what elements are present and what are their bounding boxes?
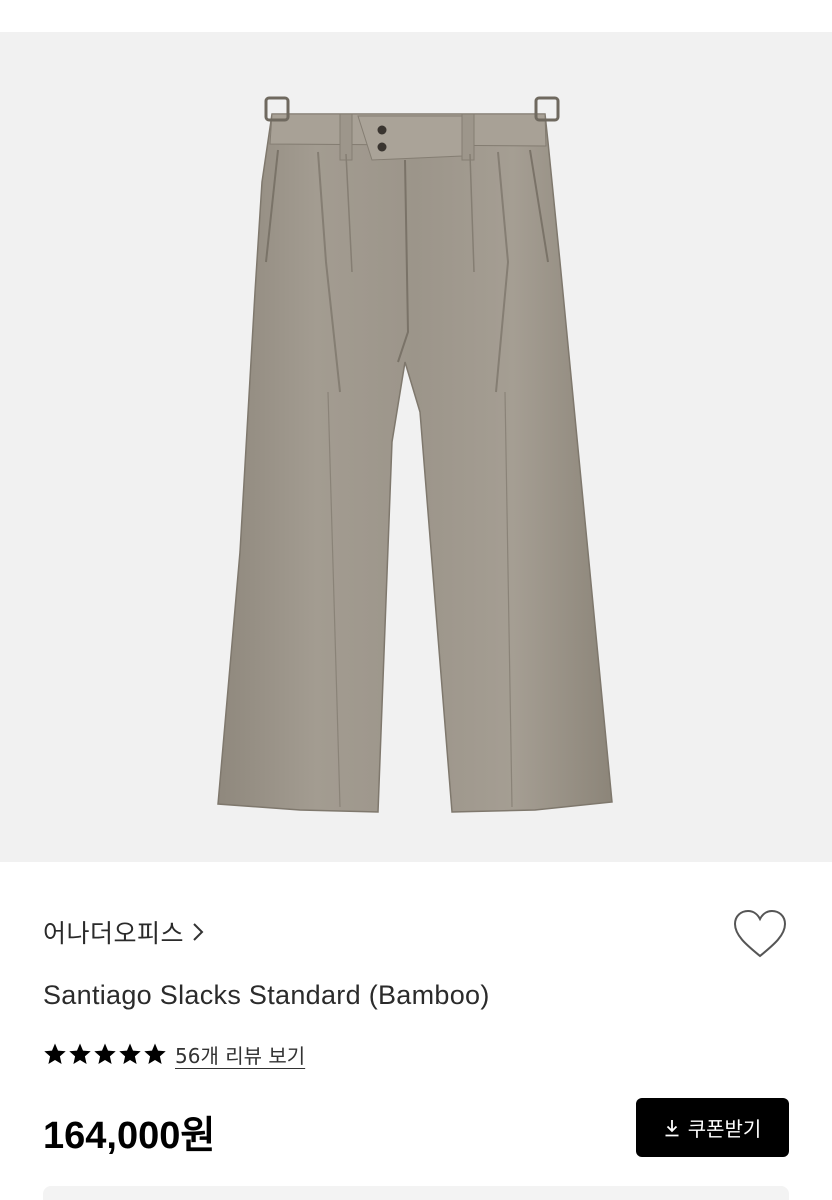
rating-row: 56개 리뷰 보기 [43, 1038, 305, 1070]
star-rating [43, 1042, 167, 1066]
coupon-button[interactable]: 쿠폰받기 [636, 1098, 789, 1157]
coupon-label: 쿠폰받기 [687, 1117, 762, 1141]
product-image[interactable] [0, 32, 832, 862]
top-strip [0, 0, 832, 32]
chevron-right-icon [193, 923, 204, 941]
brand-link[interactable]: 어나더오피스 [43, 912, 204, 952]
review-link[interactable]: 56개 리뷰 보기 [175, 1040, 305, 1069]
wishlist-button[interactable] [730, 908, 790, 960]
star-icon [44, 1043, 66, 1064]
product-title: Santiago Slacks Standard (Bamboo) [43, 980, 490, 1010]
star-icon [69, 1043, 91, 1064]
bottom-card [43, 1186, 789, 1200]
product-info: 어나더오피스 Santiago Slacks Standard (Bamboo)… [0, 862, 832, 1200]
pants-photo [217, 96, 613, 813]
star-icon [144, 1043, 166, 1064]
brand-name: 어나더오피스 [43, 919, 185, 948]
star-icon [94, 1043, 116, 1064]
download-icon [665, 1119, 679, 1136]
star-icon [119, 1043, 141, 1064]
price: 164,000원 [43, 1115, 216, 1157]
heart-outline-icon [733, 909, 787, 958]
